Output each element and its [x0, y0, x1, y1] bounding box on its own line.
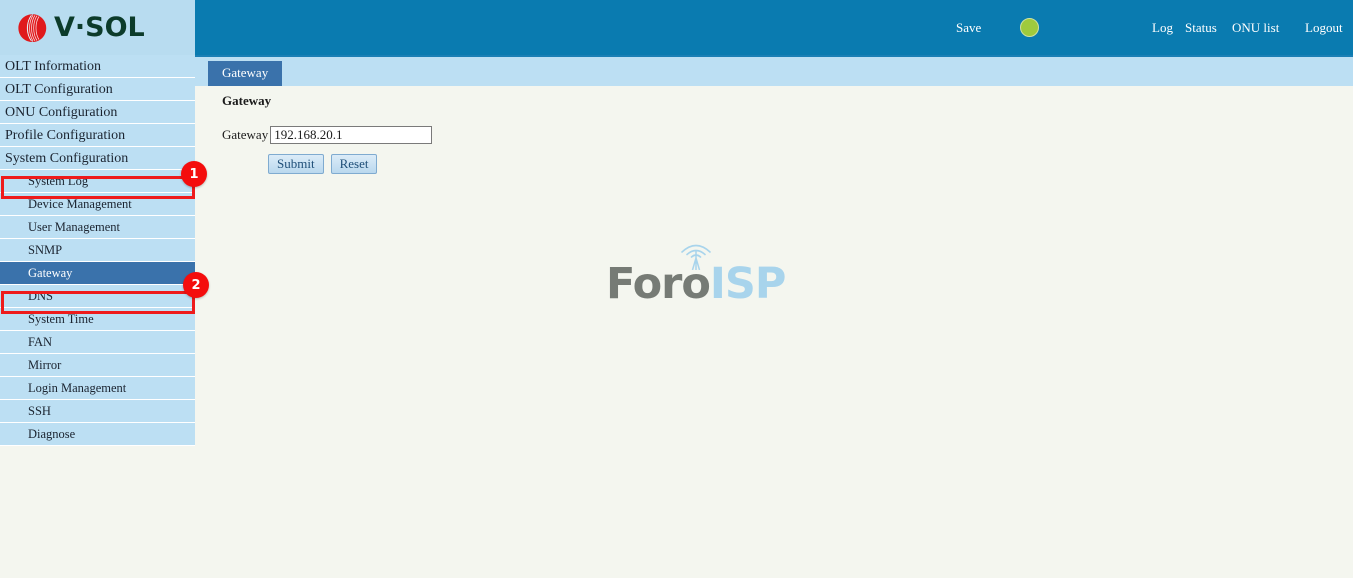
sidebar-item-olt-configuration[interactable]: OLT Configuration — [0, 78, 195, 101]
sidebar-item-user-management[interactable]: User Management — [0, 216, 195, 239]
sidebar-item-system-log[interactable]: System Log — [0, 170, 195, 193]
page-title: Gateway — [222, 93, 272, 108]
sidebar-item-onu-configuration[interactable]: ONU Configuration — [0, 101, 195, 124]
status-dot-icon — [1020, 18, 1039, 37]
brand-logo-panel: V·SOL — [0, 0, 195, 55]
sidebar-item-olt-information[interactable]: OLT Information — [0, 55, 195, 78]
reset-button[interactable]: Reset — [330, 154, 378, 174]
gateway-field-label: Gateway — [222, 127, 269, 142]
save-button[interactable]: Save — [956, 20, 981, 36]
sidebar-item-device-management[interactable]: Device Management — [0, 193, 195, 216]
sidebar-item-profile-configuration[interactable]: Profile Configuration — [0, 124, 195, 147]
sidebar-item-dns[interactable]: DNS — [0, 285, 195, 308]
tab-gateway[interactable]: Gateway — [208, 61, 283, 86]
sidebar-item-system-configuration[interactable]: System Configuration — [0, 147, 195, 170]
vsol-emblem-icon — [18, 13, 47, 42]
header-link-logout[interactable]: Logout — [1305, 20, 1343, 36]
form-button-row: Submit Reset — [268, 154, 378, 174]
sidebar-item-fan[interactable]: FAN — [0, 331, 195, 354]
antenna-tower-icon — [681, 244, 711, 270]
sidebar-item-mirror[interactable]: Mirror — [0, 354, 195, 377]
sidebar-item-ssh[interactable]: SSH — [0, 400, 195, 423]
main-content: Gateway Gateway Submit Reset Foro ISP — [195, 86, 1353, 578]
page-root: V·SOL Save Log Status ONU list Logout Ga… — [0, 0, 1353, 578]
sidebar-item-gateway[interactable]: Gateway — [0, 262, 195, 285]
sidebar-menu: OLT Information OLT Configuration ONU Co… — [0, 55, 195, 446]
sidebar-item-login-management[interactable]: Login Management — [0, 377, 195, 400]
sidebar-item-snmp[interactable]: SNMP — [0, 239, 195, 262]
sidebar-item-diagnose[interactable]: Diagnose — [0, 423, 195, 446]
submit-button[interactable]: Submit — [268, 154, 324, 174]
watermark-text-secondary: ISP — [709, 259, 786, 309]
brand-logo-text: V·SOL — [54, 12, 145, 43]
header-link-log[interactable]: Log — [1152, 20, 1173, 36]
annotation-badge-2: 2 — [183, 272, 209, 298]
watermark-text-primary: Foro — [606, 259, 711, 309]
foroisp-watermark: Foro ISP — [606, 244, 786, 309]
gateway-input[interactable] — [270, 126, 433, 144]
sidebar-item-system-time[interactable]: System Time — [0, 308, 195, 331]
header-link-status[interactable]: Status — [1185, 20, 1217, 36]
gateway-form-row: Gateway — [222, 126, 433, 144]
brand-logo[interactable]: V·SOL — [16, 12, 145, 44]
tab-strip: Gateway — [195, 55, 1353, 86]
header-bar: Save Log Status ONU list Logout — [195, 0, 1353, 55]
annotation-badge-1: 1 — [181, 161, 207, 187]
header-link-onu-list[interactable]: ONU list — [1232, 20, 1279, 36]
